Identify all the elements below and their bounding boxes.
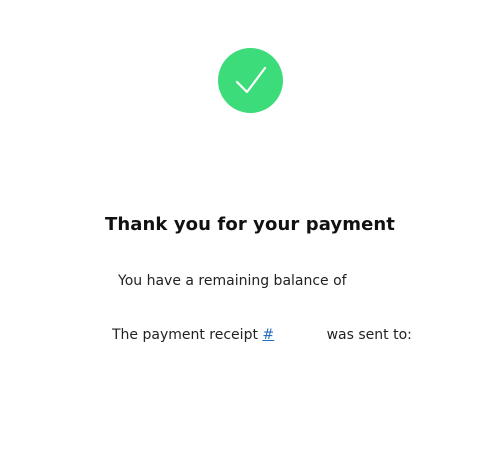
checkmark-icon bbox=[235, 66, 267, 94]
balance-text: You have a remaining balance of bbox=[118, 273, 347, 289]
receipt-number-link[interactable]: # bbox=[262, 327, 274, 343]
page-title: Thank you for your payment bbox=[104, 214, 396, 235]
receipt-prefix: The payment receipt bbox=[112, 327, 258, 343]
receipt-suffix: was sent to: bbox=[326, 327, 412, 343]
receipt-message: The payment receipt # was sent to: bbox=[112, 327, 412, 343]
balance-message: You have a remaining balance of bbox=[118, 273, 347, 289]
success-badge bbox=[218, 48, 283, 113]
